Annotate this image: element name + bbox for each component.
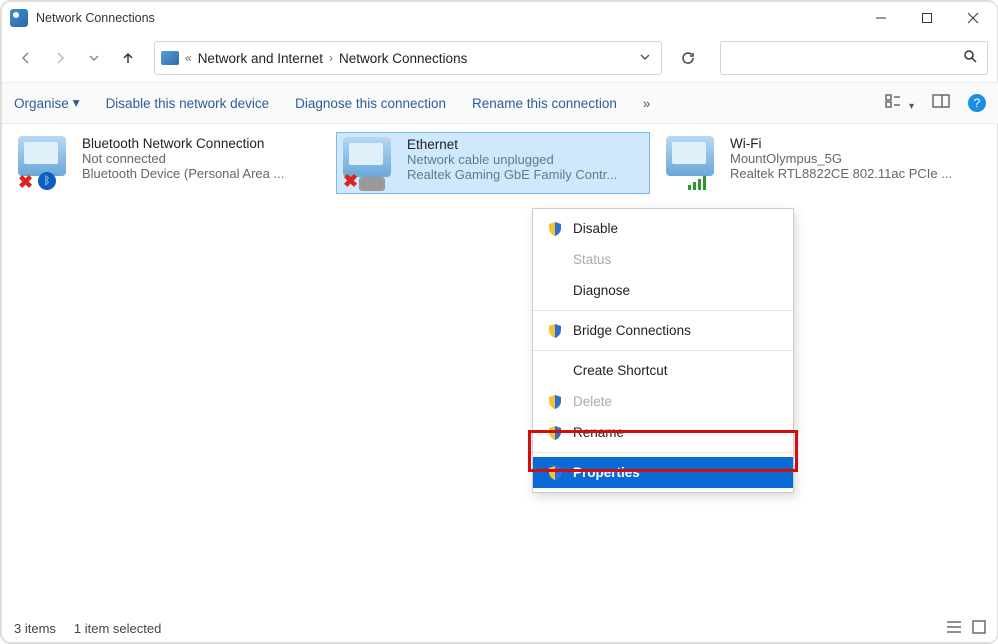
network-adapter-icon xyxy=(18,136,66,176)
view-options-button[interactable]: ▾ xyxy=(885,93,914,114)
details-view-button[interactable] xyxy=(946,620,962,637)
breadcrumb-prefix: « xyxy=(185,51,192,65)
network-adapter-icon xyxy=(666,136,714,176)
disable-device-button[interactable]: Disable this network device xyxy=(106,96,270,111)
ctx-separator xyxy=(533,350,793,351)
help-button[interactable]: ? xyxy=(968,94,986,112)
organise-menu[interactable]: Organise ▾ xyxy=(14,95,80,111)
dropdown-icon: ▾ xyxy=(73,95,80,111)
window-title: Network Connections xyxy=(36,11,155,25)
disable-label: Disable this network device xyxy=(106,96,270,111)
command-bar: Organise ▾ Disable this network device D… xyxy=(2,82,998,124)
bluetooth-icon: ᛒ xyxy=(38,172,56,190)
ctx-status-label: Status xyxy=(547,252,611,267)
address-history-button[interactable] xyxy=(635,51,655,66)
ctx-separator xyxy=(533,310,793,311)
recent-locations-button[interactable] xyxy=(80,44,108,72)
location-icon xyxy=(161,51,179,65)
large-icons-view-button[interactable] xyxy=(972,620,986,637)
ctx-properties[interactable]: Properties xyxy=(533,457,793,488)
breadcrumb-segment-1[interactable]: Network Connections xyxy=(339,51,467,66)
diagnose-label: Diagnose this connection xyxy=(295,96,446,111)
connection-device: Bluetooth Device (Personal Area ... xyxy=(82,166,320,181)
context-menu: Disable Status Diagnose Bridge Connectio… xyxy=(532,208,794,493)
connection-name: Wi-Fi xyxy=(730,136,968,151)
ctx-shortcut-label: Create Shortcut xyxy=(547,363,668,378)
ctx-diagnose-label: Diagnose xyxy=(547,283,630,298)
app-icon xyxy=(10,9,28,27)
forward-button[interactable] xyxy=(46,44,74,72)
search-box[interactable] xyxy=(720,41,988,75)
ctx-diagnose[interactable]: Diagnose xyxy=(533,275,793,306)
connection-item-bluetooth[interactable]: ✖ ᛒ Bluetooth Network Connection Not con… xyxy=(12,132,326,194)
ctx-disable[interactable]: Disable xyxy=(533,213,793,244)
overflow-button[interactable]: » xyxy=(643,96,651,111)
ctx-bridge-label: Bridge Connections xyxy=(573,323,691,338)
connection-item-wifi[interactable]: Wi-Fi MountOlympus_5G Realtek RTL8822CE … xyxy=(660,132,974,194)
back-button[interactable] xyxy=(12,44,40,72)
connection-device: Realtek Gaming GbE Family Contr... xyxy=(407,167,643,182)
title-bar: Network Connections xyxy=(2,2,998,34)
disconnected-icon: ✖ xyxy=(18,172,36,190)
rename-connection-button[interactable]: Rename this connection xyxy=(472,96,617,111)
address-bar[interactable]: « Network and Internet › Network Connect… xyxy=(154,41,662,75)
ctx-delete: Delete xyxy=(533,386,793,417)
maximize-button[interactable] xyxy=(904,3,950,33)
shield-icon xyxy=(547,323,563,339)
connection-status: Not connected xyxy=(82,151,320,166)
ctx-bridge[interactable]: Bridge Connections xyxy=(533,315,793,346)
status-selection-count: 1 item selected xyxy=(74,621,161,636)
items-panel: ✖ ᛒ Bluetooth Network Connection Not con… xyxy=(2,124,998,202)
ctx-disable-label: Disable xyxy=(573,221,618,236)
minimize-button[interactable] xyxy=(858,3,904,33)
ctx-status: Status xyxy=(533,244,793,275)
rename-label: Rename this connection xyxy=(472,96,617,111)
up-button[interactable] xyxy=(114,44,142,72)
connection-item-ethernet[interactable]: ✖ Ethernet Network cable unplugged Realt… xyxy=(336,132,650,194)
refresh-button[interactable] xyxy=(672,42,704,74)
diagnose-connection-button[interactable]: Diagnose this connection xyxy=(295,96,446,111)
status-item-count: 3 items xyxy=(14,621,56,636)
connection-device: Realtek RTL8822CE 802.11ac PCIe ... xyxy=(730,166,968,181)
ctx-properties-label: Properties xyxy=(573,465,640,480)
connection-status: MountOlympus_5G xyxy=(730,151,968,166)
connection-name: Bluetooth Network Connection xyxy=(82,136,320,151)
wifi-signal-icon xyxy=(688,176,706,190)
organise-label: Organise xyxy=(14,96,69,111)
shield-icon xyxy=(547,425,563,441)
ctx-separator xyxy=(533,452,793,453)
status-bar: 3 items 1 item selected xyxy=(2,614,998,642)
shield-icon xyxy=(547,465,563,481)
ctx-rename-label: Rename xyxy=(573,425,624,440)
ctx-create-shortcut[interactable]: Create Shortcut xyxy=(533,355,793,386)
ctx-delete-label: Delete xyxy=(573,394,612,409)
close-button[interactable] xyxy=(950,3,996,33)
shield-icon xyxy=(547,394,563,410)
ethernet-plug-icon xyxy=(359,177,385,191)
breadcrumb-segment-0[interactable]: Network and Internet xyxy=(198,51,323,66)
search-icon xyxy=(963,49,977,68)
chevron-right-icon: › xyxy=(329,51,333,65)
shield-icon xyxy=(547,221,563,237)
connection-status: Network cable unplugged xyxy=(407,152,643,167)
preview-pane-button[interactable] xyxy=(932,94,950,113)
address-row: « Network and Internet › Network Connect… xyxy=(2,34,998,82)
ctx-rename[interactable]: Rename xyxy=(533,417,793,448)
connection-name: Ethernet xyxy=(407,137,643,152)
